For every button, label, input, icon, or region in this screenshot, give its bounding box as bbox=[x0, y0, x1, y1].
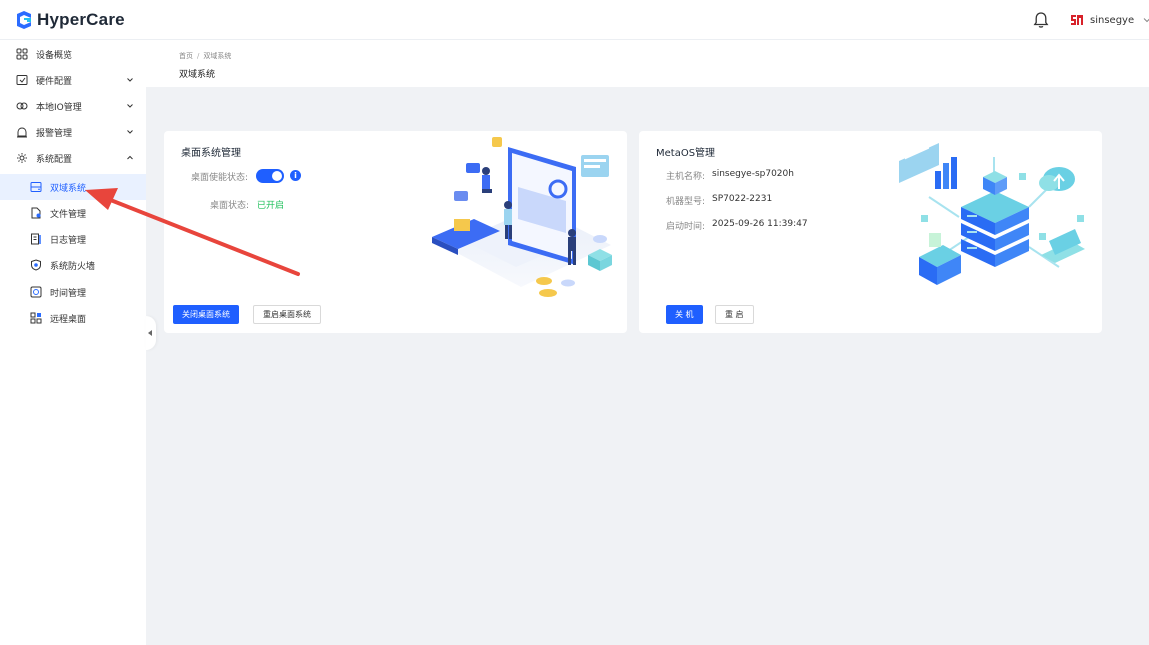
hardware-icon bbox=[16, 75, 28, 85]
user-name: sinsegye bbox=[1090, 14, 1135, 26]
dual-domain-icon bbox=[30, 182, 42, 192]
sidebar-item-label: 系统防火墙 bbox=[50, 261, 96, 272]
sidebar-item-label: 日志管理 bbox=[50, 235, 87, 246]
sidebar-item-local-io[interactable]: 本地IO管理 bbox=[0, 93, 146, 119]
shield-icon bbox=[31, 259, 41, 271]
file-icon bbox=[31, 207, 41, 219]
hostname-value: sinsegye-sp7020h bbox=[712, 169, 794, 179]
sidebar-item-label: 时间管理 bbox=[50, 288, 87, 299]
desktop-status-value: 已开启 bbox=[257, 201, 285, 211]
sidebar-item-time-management[interactable]: 时间管理 bbox=[0, 279, 146, 305]
log-icon bbox=[31, 233, 41, 245]
sidebar-item-label: 报警管理 bbox=[36, 128, 73, 139]
sidebar-item-label: 硬件配置 bbox=[36, 76, 73, 87]
page-header: 首页 / 双域系统 双域系统 bbox=[146, 40, 1149, 87]
user-menu[interactable]: sinsegye bbox=[1070, 11, 1149, 29]
breadcrumb-separator: / bbox=[197, 52, 200, 60]
restart-desktop-button[interactable]: 重启桌面系统 bbox=[253, 305, 321, 324]
server-illustration bbox=[899, 143, 1085, 285]
sinsegye-logo-icon bbox=[1070, 13, 1084, 27]
chevron-down-icon bbox=[127, 130, 133, 134]
sidebar: 设备概览 硬件配置 本地IO管理 报警管理 系统配置 双域系统 文件管理 日志管… bbox=[0, 40, 146, 645]
sidebar-item-system-config[interactable]: 系统配置 bbox=[0, 145, 146, 171]
shutdown-button[interactable]: 关 机 bbox=[666, 305, 703, 324]
breadcrumb-current: 双域系统 bbox=[203, 52, 232, 60]
sidebar-item-file-management[interactable]: 文件管理 bbox=[0, 200, 146, 226]
sidebar-item-label: 设备概览 bbox=[36, 50, 73, 61]
card-title: MetaOS管理 bbox=[656, 148, 716, 159]
hostname-label: 主机名称: bbox=[666, 172, 706, 182]
sidebar-item-log-management[interactable]: 日志管理 bbox=[0, 226, 146, 252]
alarm-icon bbox=[17, 127, 27, 138]
boot-time-label: 启动时间: bbox=[666, 222, 706, 232]
info-icon[interactable]: i bbox=[290, 170, 301, 181]
sidebar-item-label: 远程桌面 bbox=[50, 314, 87, 325]
clock-icon bbox=[30, 286, 42, 298]
page-title: 双域系统 bbox=[179, 70, 216, 80]
desktop-status-label: 桌面状态: bbox=[210, 201, 250, 211]
sidebar-item-alarm[interactable]: 报警管理 bbox=[0, 119, 146, 145]
desktop-system-card: 桌面系统管理 桌面使能状态: i 桌面状态: 已开启 关闭桌面系统 重启桌面系统 bbox=[164, 131, 627, 333]
grid-icon bbox=[16, 48, 28, 60]
chevron-down-icon bbox=[1143, 18, 1149, 23]
sidebar-item-label: 本地IO管理 bbox=[36, 102, 82, 113]
restart-metaos-button[interactable]: 重 启 bbox=[715, 305, 754, 324]
sidebar-item-firewall[interactable]: 系统防火墙 bbox=[0, 252, 146, 278]
enable-status-label: 桌面使能状态: bbox=[191, 173, 249, 183]
breadcrumb: 首页 / 双域系统 bbox=[179, 51, 231, 61]
metaos-card: MetaOS管理 主机名称: sinsegye-sp7020h 机器型号: SP… bbox=[639, 131, 1102, 333]
bell-icon[interactable] bbox=[1033, 11, 1049, 29]
remote-desktop-icon bbox=[30, 312, 42, 324]
collapse-arrow-icon bbox=[148, 330, 152, 336]
top-bar: HyperCare sinsegye bbox=[0, 0, 1149, 40]
model-label: 机器型号: bbox=[666, 197, 706, 207]
close-desktop-button[interactable]: 关闭桌面系统 bbox=[173, 305, 239, 324]
gear-icon bbox=[17, 153, 27, 163]
app-name: HyperCare bbox=[37, 10, 125, 29]
sidebar-item-device-overview[interactable]: 设备概览 bbox=[0, 41, 146, 67]
chevron-up-icon bbox=[127, 155, 133, 160]
breadcrumb-home[interactable]: 首页 bbox=[179, 52, 193, 60]
sidebar-item-remote-desktop[interactable]: 远程桌面 bbox=[0, 305, 146, 331]
sidebar-item-label: 双域系统 bbox=[50, 183, 87, 194]
card-title: 桌面系统管理 bbox=[181, 148, 241, 159]
sidebar-item-label: 系统配置 bbox=[36, 154, 73, 165]
sidebar-collapse-handle[interactable] bbox=[146, 316, 156, 350]
sidebar-item-hardware-config[interactable]: 硬件配置 bbox=[0, 67, 146, 93]
chevron-down-icon bbox=[127, 78, 133, 82]
hypercare-logo-icon bbox=[17, 11, 31, 29]
desktop-illustration bbox=[432, 137, 612, 297]
chevron-down-icon bbox=[127, 104, 133, 108]
app-logo[interactable]: HyperCare bbox=[14, 9, 125, 31]
desktop-enable-toggle[interactable] bbox=[256, 169, 284, 183]
sidebar-item-dual-domain[interactable]: 双域系统 bbox=[0, 174, 146, 200]
boot-time-value: 2025-09-26 11:39:47 bbox=[712, 219, 808, 229]
io-icon bbox=[16, 102, 28, 110]
sidebar-item-label: 文件管理 bbox=[50, 209, 87, 220]
model-value: SP7022-2231 bbox=[712, 194, 773, 204]
